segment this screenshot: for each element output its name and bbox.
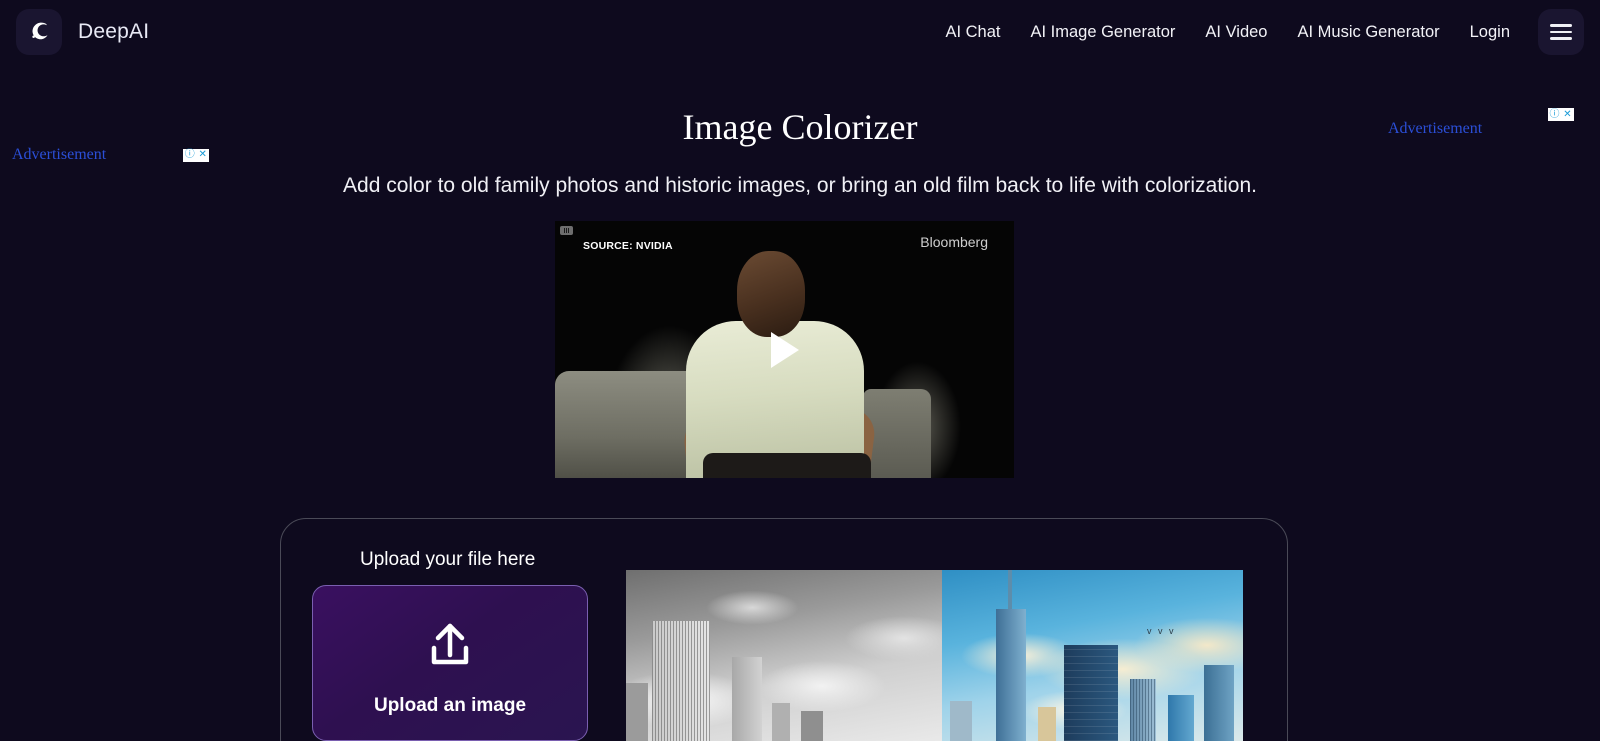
- video-brand-overlay: Bloomberg: [920, 234, 988, 250]
- hamburger-menu-icon[interactable]: [1538, 9, 1584, 55]
- example-before-after-image: v v v: [626, 570, 1243, 741]
- ad-left-controls: ⓘ ✕: [183, 148, 210, 162]
- example-color-building: [1064, 645, 1118, 741]
- promo-video-player[interactable]: SOURCE: NVIDIA Bloomberg: [555, 221, 1014, 478]
- nav-ai-chat[interactable]: AI Chat: [930, 17, 1015, 48]
- ad-label-left-text: Advertisement: [12, 146, 107, 163]
- example-color-building: [996, 609, 1026, 741]
- site-header: DeepAI AI Chat AI Image Generator AI Vid…: [0, 0, 1600, 64]
- nav-ai-image-generator[interactable]: AI Image Generator: [1015, 17, 1190, 48]
- brand-name: DeepAI: [78, 20, 150, 43]
- page-title: Image Colorizer: [682, 107, 918, 147]
- page-subtitle: Add color to old family photos and histo…: [343, 174, 1257, 197]
- main-navigation: AI Chat AI Image Generator AI Video AI M…: [930, 9, 1600, 55]
- upload-an-image-button[interactable]: Upload an image: [312, 585, 588, 741]
- nav-ai-video[interactable]: AI Video: [1190, 17, 1282, 48]
- ad-info-icon[interactable]: ⓘ: [183, 148, 197, 162]
- video-person-head: [737, 251, 805, 337]
- play-button-icon[interactable]: [770, 331, 799, 368]
- example-color-building: [950, 701, 972, 741]
- nav-ai-music-generator[interactable]: AI Music Generator: [1282, 17, 1454, 48]
- example-colorized-after: v v v: [942, 570, 1243, 741]
- video-sofa-left: [555, 371, 705, 478]
- upload-arrow-icon: [423, 622, 477, 677]
- example-gray-building: [626, 683, 648, 741]
- video-person-lap: [703, 453, 871, 478]
- closed-caption-icon: [560, 226, 573, 235]
- upload-button-label: Upload an image: [373, 695, 527, 716]
- example-gray-building: [801, 711, 823, 741]
- brand-logo-group[interactable]: DeepAI: [16, 9, 149, 55]
- example-color-building: [1038, 707, 1056, 741]
- ad-close-icon[interactable]: ✕: [196, 148, 210, 162]
- example-grayscale-before: [626, 570, 942, 741]
- example-color-building: [1204, 665, 1234, 741]
- ad-label-left: Advertisement ⓘ ✕: [12, 146, 210, 164]
- example-color-building: [1130, 679, 1156, 741]
- example-color-spire: [1008, 570, 1012, 609]
- page-root: DeepAI AI Chat AI Image Generator AI Vid…: [0, 0, 1600, 741]
- deepai-dolphin-logo-icon: [16, 9, 62, 55]
- example-color-building: [1168, 695, 1194, 741]
- example-gray-building: [772, 703, 790, 741]
- example-gray-building: [652, 621, 710, 741]
- upload-section-label: Upload your file here: [360, 549, 536, 570]
- example-birds-icon: v v v: [1147, 626, 1176, 636]
- nav-login[interactable]: Login: [1455, 17, 1525, 48]
- example-gray-building: [732, 657, 762, 741]
- video-source-overlay: SOURCE: NVIDIA: [583, 240, 673, 252]
